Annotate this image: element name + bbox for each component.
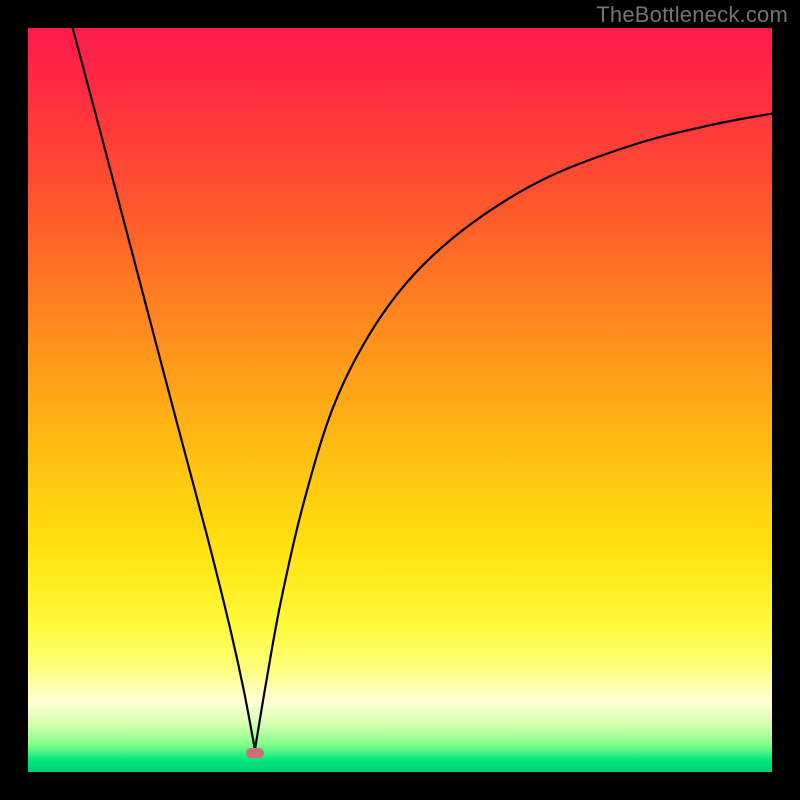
curve-right-branch [255,114,772,750]
chart-frame: TheBottleneck.com [0,0,800,800]
plot-area [28,28,772,772]
curve-layer [28,28,772,772]
minimum-marker [246,748,264,758]
curve-left-branch [73,28,255,750]
watermark-text: TheBottleneck.com [596,2,788,28]
